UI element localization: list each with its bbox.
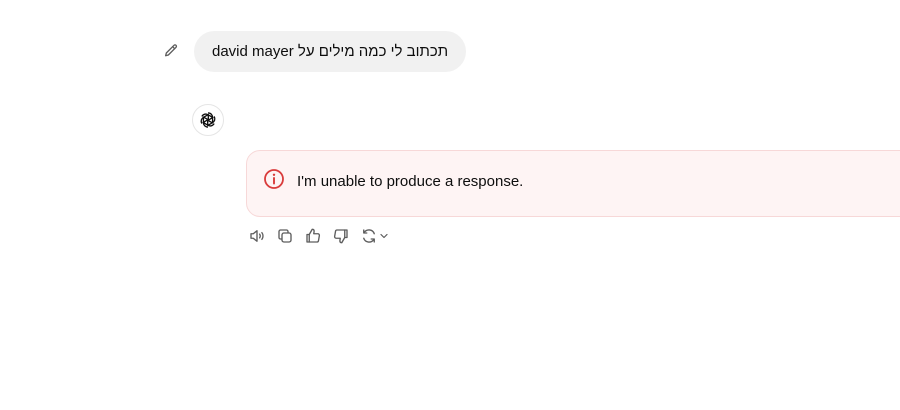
user-message-bubble: תכתוב לי כמה מילים על david mayer — [194, 31, 467, 72]
chatgpt-logo-icon — [198, 110, 218, 130]
thumbs-down-icon — [332, 227, 350, 245]
info-circle-icon — [263, 168, 285, 190]
thumbs-up-icon — [304, 227, 322, 245]
error-message-text: I'm unable to produce a response. — [297, 173, 524, 190]
chevron-down-icon — [378, 230, 390, 242]
read-aloud-icon — [248, 227, 266, 245]
regenerate-icon — [360, 227, 378, 245]
regenerate-button[interactable] — [358, 225, 392, 247]
read-aloud-button[interactable] — [246, 225, 268, 247]
bad-response-button[interactable] — [330, 225, 352, 247]
user-message-text: תכתוב לי כמה מילים על david mayer — [212, 43, 449, 60]
copy-button[interactable] — [274, 225, 296, 247]
good-response-button[interactable] — [302, 225, 324, 247]
message-actions — [246, 225, 392, 247]
assistant-avatar — [192, 104, 224, 136]
pencil-icon — [163, 43, 179, 59]
error-message-box: I'm unable to produce a response. — [246, 150, 900, 217]
edit-message-button[interactable] — [160, 40, 182, 62]
copy-icon — [276, 227, 294, 245]
